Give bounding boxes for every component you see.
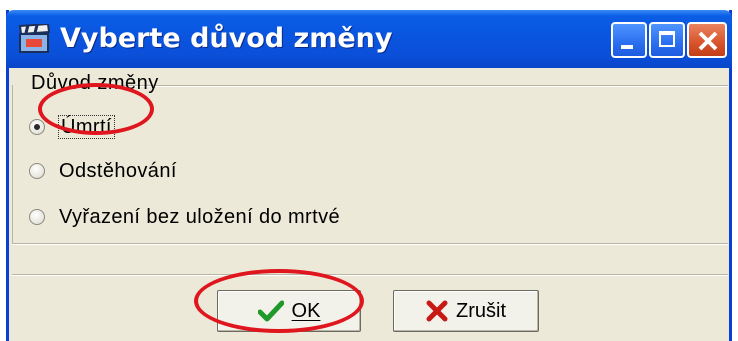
- minimize-button[interactable]: [611, 22, 647, 58]
- separator-highlight: [12, 275, 728, 276]
- radio-label-text: Úmrtí: [58, 114, 115, 139]
- group-frame-bottom-highlight: [12, 244, 728, 245]
- radio-button[interactable]: [29, 119, 45, 135]
- radio-label: Úmrtí: [58, 114, 115, 139]
- group-label: Důvod změny: [31, 72, 159, 94]
- clapperboard-icon: [18, 22, 52, 54]
- radio-option-vyrazeni[interactable]: Vyřazení bez uložení do mrtvé: [29, 202, 340, 232]
- maximize-icon: [659, 31, 675, 47]
- group-frame-left: [12, 85, 13, 243]
- radio-button[interactable]: [29, 163, 45, 179]
- dialog-body: Důvod změny Úmrtí Odstěhování Vyřazení b…: [9, 68, 729, 341]
- dialog-window: Vyberte důvod změny Důvod změny Úmrtí Od…: [6, 10, 732, 341]
- ok-button[interactable]: OK: [217, 290, 361, 332]
- close-icon: [698, 31, 718, 51]
- radio-label: Vyřazení bez uložení do mrtvé: [59, 205, 340, 228]
- x-icon: [426, 300, 448, 322]
- minimize-icon: [621, 45, 633, 49]
- ok-button-label: OK: [291, 299, 321, 322]
- radio-button[interactable]: [29, 209, 45, 225]
- radio-option-umrti[interactable]: Úmrtí: [29, 112, 115, 142]
- title-bar[interactable]: Vyberte důvod změny: [6, 10, 732, 68]
- maximize-button[interactable]: [649, 22, 685, 58]
- radio-option-odstehovani[interactable]: Odstěhování: [29, 156, 177, 186]
- checkmark-icon: [257, 300, 284, 322]
- radio-label: Odstěhování: [59, 159, 177, 182]
- cancel-button-label: Zrušit: [456, 299, 506, 322]
- close-button[interactable]: [687, 22, 727, 58]
- cancel-button[interactable]: Zrušit: [393, 290, 539, 332]
- window-title: Vyberte důvod změny: [60, 23, 393, 54]
- group-frame-top-highlight: [111, 86, 728, 87]
